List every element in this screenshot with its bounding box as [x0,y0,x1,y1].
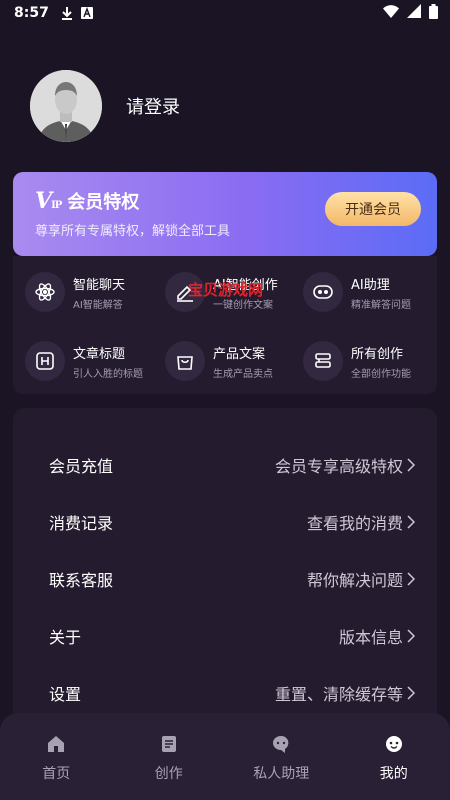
menu-label: 联系客服 [49,570,114,590]
feature-ai-assistant[interactable]: AI助理 精准解答问题 [303,270,441,314]
avatar[interactable] [30,70,102,142]
atom-icon [25,272,65,312]
chevron-right-icon [407,457,415,472]
nav-home[interactable]: 首页 [0,733,113,800]
robot-icon [303,272,343,312]
feature-title: 智能聊天 [73,277,126,293]
menu-item-customer-service[interactable]: 联系客服 帮你解决问题 [13,550,437,607]
menu-item-about[interactable]: 关于 版本信息 [13,607,437,664]
feature-title: AI助理 [351,277,390,293]
nav-label: 创作 [154,766,183,782]
feature-all-creations[interactable]: 所有创作 全部创作功能 [303,339,441,383]
menu-item-membership-recharge[interactable]: 会员充值 会员专享高级特权 [13,436,437,493]
login-link[interactable]: 请登录 [126,93,180,119]
menu-label: 会员充值 [49,456,114,476]
status-time: 8:57 [14,5,49,21]
chevron-right-icon [407,514,415,529]
stack-icon [303,341,343,381]
feature-article-title[interactable]: 文章标题 引人入胜的标题 [25,339,165,383]
battery-icon [429,3,438,23]
heading-icon [25,341,65,381]
chevron-right-icon [407,685,415,700]
chevron-right-icon [407,628,415,643]
open-membership-button[interactable]: 开通会员 [325,192,421,226]
feature-title: 所有创作 [351,346,404,362]
nav-label: 首页 [42,766,71,782]
vip-title: 会员特权 [67,192,140,213]
nav-label: 我的 [379,766,408,782]
nav-create[interactable]: 创作 [113,733,226,800]
download-icon [61,6,73,20]
menu-value: 查看我的消费 [306,513,403,533]
notification-a-icon [80,7,93,19]
feature-desc: AI智能解答 [73,299,123,311]
nav-label: 私人助理 [253,766,310,782]
feature-product-copy[interactable]: 产品文案 生成产品卖点 [165,339,303,383]
status-bar: 8:57 [0,0,450,26]
watermark: 宝贝游戏网 [188,281,264,299]
settings-menu: 会员充值 会员专享高级特权 消费记录 查看我的消费 联系客服 帮你解决问题 关于… [13,408,437,728]
nav-assistant[interactable]: 私人助理 [225,733,338,800]
profile-icon [384,733,404,755]
feature-desc: 全部创作功能 [351,368,411,380]
menu-value: 重置、清除缓存等 [274,684,403,704]
menu-value: 会员专享高级特权 [274,456,403,476]
feature-title: 产品文案 [213,346,266,362]
menu-label: 消费记录 [49,513,114,533]
document-icon [159,733,179,755]
chevron-right-icon [407,571,415,586]
feature-desc: 生成产品卖点 [213,368,273,380]
menu-value: 版本信息 [338,627,403,647]
bag-icon [165,341,205,381]
signal-icon [407,4,421,22]
home-icon [46,733,66,755]
feature-title: 文章标题 [73,346,126,362]
menu-label: 设置 [49,684,82,704]
bottom-nav: 首页 创作 私人助理 我的 [0,713,450,800]
feature-grid: 智能聊天 AI智能解答 AI智能创作 一键创作文案 AI助理 精准解答问题 文章… [13,256,437,394]
vip-card[interactable]: VIP 会员特权 尊享所有专属特权，解锁全部工具 开通会员 [13,172,437,256]
menu-value: 帮你解决问题 [306,570,403,590]
menu-item-purchase-history[interactable]: 消费记录 查看我的消费 [13,493,437,550]
feature-desc: 引人入胜的标题 [73,368,143,380]
profile-header[interactable]: 请登录 [30,70,180,142]
nav-mine[interactable]: 我的 [338,733,450,800]
feature-smart-chat[interactable]: 智能聊天 AI智能解答 [25,270,165,314]
chat-icon [271,733,291,755]
vip-logo: VIP [35,188,62,214]
wifi-icon [383,4,399,22]
feature-desc: 精准解答问题 [351,299,411,311]
menu-label: 关于 [49,627,82,647]
